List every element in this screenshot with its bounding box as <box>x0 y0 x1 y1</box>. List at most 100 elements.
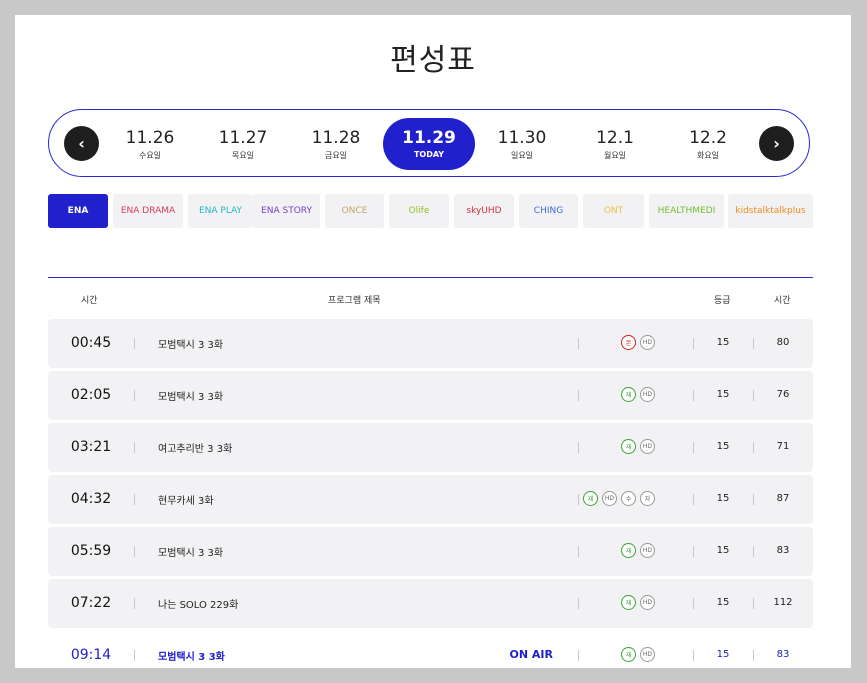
separator <box>134 442 135 453</box>
separator <box>693 338 694 349</box>
date-item-11.30[interactable]: 11.30 일요일 <box>476 118 568 170</box>
badge: 재 <box>621 387 636 402</box>
date-weekday: 일요일 <box>510 151 534 160</box>
date-item-12.1[interactable]: 12.1 월요일 <box>569 118 661 170</box>
separator <box>134 650 135 661</box>
separator <box>753 442 754 453</box>
program-time: 04:32 <box>70 491 112 507</box>
channel-tab-ena-play[interactable]: ENA PLAY <box>188 194 253 228</box>
program-badges: 재 HD <box>621 543 655 558</box>
program-time: 00:45 <box>70 335 112 351</box>
program-badges: 재 HD <box>621 595 655 610</box>
onair-label: ON AIR <box>509 648 553 661</box>
badge: 재 <box>621 595 636 610</box>
channel-tab-ena[interactable]: ENA <box>48 194 108 228</box>
date-value: 11.27 <box>218 128 268 148</box>
separator <box>693 598 694 609</box>
date-item-12.2[interactable]: 12.2 화요일 <box>662 118 754 170</box>
header-program: 프로그램 제목 <box>328 296 381 306</box>
date-item-11.28[interactable]: 11.28 금요일 <box>290 118 382 170</box>
separator <box>578 598 579 609</box>
date-item-11.26[interactable]: 11.26 수요일 <box>104 118 196 170</box>
table-row[interactable]: 03:21 여고추리반 3 3화 재 HD 15 71 <box>48 423 813 472</box>
badge: HD <box>640 387 655 402</box>
date-item-11.29[interactable]: 11.29 TODAY <box>383 118 475 170</box>
separator <box>578 494 579 505</box>
program-title: 나는 SOLO 229화 <box>158 600 239 611</box>
date-weekday: 금요일 <box>324 151 348 160</box>
table-row[interactable]: 09:14 모범택시 3 3화 ON AIR 재 HD 15 83 <box>48 631 813 668</box>
table-row[interactable]: 00:45 모범택시 3 3화 본 HD 15 80 <box>48 319 813 368</box>
separator <box>134 338 135 349</box>
chevron-left-icon: ‹ <box>78 134 85 153</box>
program-title: 여고추리반 3 3화 <box>158 444 233 455</box>
program-badges: 재 HD <box>621 439 655 454</box>
program-badges: 재 HD <box>621 647 655 662</box>
channel-tab-ont[interactable]: ONT <box>583 194 644 228</box>
separator <box>578 390 579 401</box>
date-weekday: 목요일 <box>231 151 255 160</box>
channel-tabs: ENA ENA DRAMA ENA PLAY ENA STORY ONCE Olife sk… <box>48 194 813 228</box>
separator <box>134 598 135 609</box>
program-grade: 15 <box>716 441 730 452</box>
program-duration: 83 <box>776 649 790 660</box>
program-time: 03:21 <box>70 439 112 455</box>
channel-tab-kidstalktalkplus[interactable]: kidstalktalkplus <box>728 194 813 228</box>
date-selector: ‹ 11.26 수요일 11.27 목요일 11.28 금요일 11.29 TODAY 11.3… <box>48 109 810 177</box>
table-row[interactable]: 04:32 현무카세 3화 재 HD 수 자 15 87 <box>48 475 813 524</box>
table-row[interactable]: 07:22 나는 SOLO 229화 재 HD 15 112 <box>48 579 813 628</box>
separator <box>753 598 754 609</box>
separator <box>753 390 754 401</box>
program-time: 07:22 <box>70 595 112 611</box>
date-value: 11.30 <box>497 128 547 148</box>
date-value: 11.26 <box>125 128 175 148</box>
badge: 자 <box>640 491 655 506</box>
date-value: 12.2 <box>689 128 727 148</box>
program-time: 05:59 <box>70 543 112 559</box>
separator <box>578 338 579 349</box>
program-title: 모범택시 3 3화 <box>158 340 224 351</box>
program-title: 모범택시 3 3화 <box>158 548 224 559</box>
date-item-11.27[interactable]: 11.27 목요일 <box>197 118 289 170</box>
date-value: 11.28 <box>311 128 361 148</box>
program-time: 09:14 <box>70 647 112 663</box>
program-badges: 재 HD <box>621 387 655 402</box>
date-value: 12.1 <box>596 128 634 148</box>
badge: 재 <box>583 491 598 506</box>
channel-tab-once[interactable]: ONCE <box>325 194 384 228</box>
program-duration: 87 <box>776 493 790 504</box>
channel-tab-healthmedi[interactable]: HEALTHMEDI <box>649 194 724 228</box>
badge: HD <box>640 647 655 662</box>
program-grade: 15 <box>716 649 730 660</box>
program-grade: 15 <box>716 597 730 608</box>
channel-tab-ena-story[interactable]: ENA STORY <box>253 194 320 228</box>
separator <box>693 442 694 453</box>
badge: 수 <box>621 491 636 506</box>
badge: 재 <box>621 647 636 662</box>
date-value: 11.29 <box>402 128 456 148</box>
channel-tab-ena-drama[interactable]: ENA DRAMA <box>113 194 183 228</box>
channel-tab-skyuhd[interactable]: skyUHD <box>454 194 514 228</box>
date-weekday: 화요일 <box>696 151 720 160</box>
separator <box>693 650 694 661</box>
badge: HD <box>640 595 655 610</box>
channel-tab-ching[interactable]: CHING <box>519 194 578 228</box>
separator <box>753 650 754 661</box>
prev-date-button[interactable]: ‹ <box>64 126 99 161</box>
separator <box>693 494 694 505</box>
program-duration: 80 <box>776 337 790 348</box>
program-duration: 71 <box>776 441 790 452</box>
separator <box>134 494 135 505</box>
header-duration: 시간 <box>774 296 791 306</box>
schedule-page: 편성표 ‹ 11.26 수요일 11.27 목요일 11.28 금요일 11.29 TODAY… <box>15 15 851 668</box>
channel-tab-olife[interactable]: Olife <box>389 194 449 228</box>
separator <box>134 390 135 401</box>
program-duration: 76 <box>776 389 790 400</box>
next-date-button[interactable]: › <box>759 126 794 161</box>
program-badges: 본 HD <box>621 335 655 350</box>
table-row[interactable]: 02:05 모범택시 3 3화 재 HD 15 76 <box>48 371 813 420</box>
program-title: 모범택시 3 3화 <box>158 392 224 403</box>
table-row[interactable]: 05:59 모범택시 3 3화 재 HD 15 83 <box>48 527 813 576</box>
separator <box>753 546 754 557</box>
separator <box>693 546 694 557</box>
